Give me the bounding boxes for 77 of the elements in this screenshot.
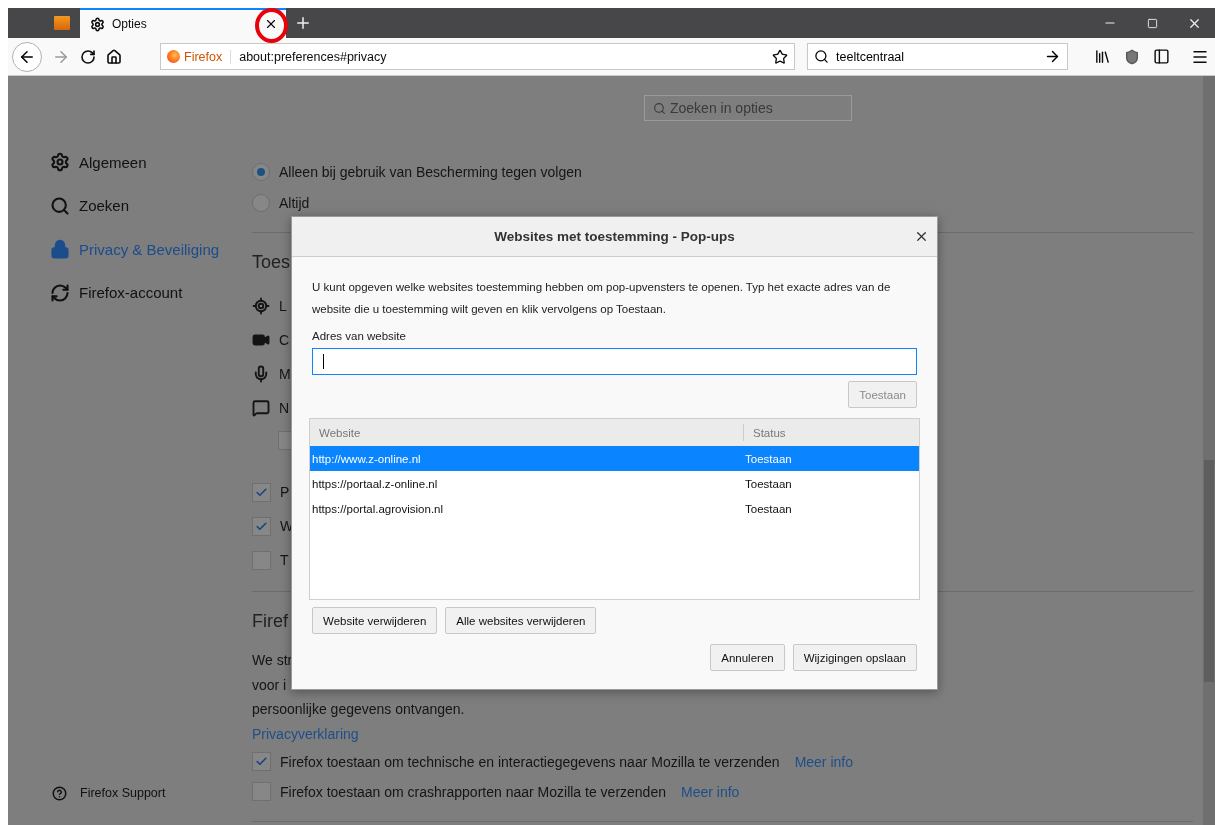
paragraph-line: We str (252, 652, 293, 668)
sync-icon (50, 282, 70, 303)
website-cell-text: https://portal.agrovision.nl (311, 502, 445, 515)
remove-button[interactable]: Alle websites verwijderen (445, 607, 597, 634)
field-label: Adres van website (312, 330, 406, 342)
checkbox-label: Firefox toestaan om crashrapporten naar Mozilla te verzenden (280, 783, 666, 800)
checkbox-label: T (280, 552, 289, 568)
address-input-field[interactable] (312, 348, 917, 375)
sidebar-icon[interactable] (1153, 48, 1170, 65)
paragraph-line: voor i (252, 676, 287, 693)
check-icon (255, 485, 268, 499)
table-row[interactable]: http://www.z-online.nl Toestaan (310, 446, 919, 471)
save-button[interactable]: Wijzigingen opslaan (792, 644, 917, 671)
table-row[interactable]: https://portal.agrovision.nl Toestaan (310, 496, 919, 521)
website-cell-text: http://www.z-online.nl (311, 452, 422, 465)
shield-icon[interactable] (1124, 48, 1140, 65)
search-icon (50, 195, 70, 216)
browser-tab[interactable]: Opties (80, 8, 286, 38)
url-text: about:preferences#privacy (239, 49, 388, 64)
table-row[interactable]: https://portaal.z-online.nl Toestaan (310, 471, 919, 496)
home-icon[interactable] (106, 48, 122, 65)
checkbox[interactable] (252, 482, 271, 502)
close-icon[interactable] (914, 229, 929, 244)
checkbox[interactable] (252, 516, 271, 536)
check-icon (255, 519, 268, 533)
sidebar-item[interactable]: Algemeen (50, 147, 252, 177)
firefox-icon (167, 50, 180, 63)
remove-button[interactable]: Website verwijderen (312, 607, 438, 634)
permission-label: M (279, 366, 291, 382)
back-button[interactable] (12, 41, 42, 72)
checkbox-label: Firefox toestaan om technische en interactiegegevens naar Mozilla te verzenden (280, 753, 780, 770)
search-icon (814, 49, 829, 64)
radio-label: Altijd (279, 194, 310, 211)
gear-icon (90, 16, 105, 32)
permission-label: N (279, 400, 290, 416)
checkbox-label: P (280, 484, 290, 500)
permission-label: C (279, 332, 290, 348)
sidebar-item[interactable]: Zoeken (50, 190, 252, 221)
search-field[interactable]: teeltcentraal (807, 43, 1068, 70)
status-cell-text: Toestaan (744, 477, 793, 490)
checkbox[interactable] (252, 752, 271, 771)
column-header[interactable]: Website (319, 426, 361, 439)
status-cell-text: Toestaan (744, 452, 793, 465)
gear-icon (50, 152, 70, 172)
permission-label: L (279, 298, 287, 314)
scrollbar-thumb[interactable] (1204, 460, 1214, 682)
address-bar[interactable]: Firefox about:preferences#privacy (160, 43, 795, 70)
radio-label: Alleen bij gebruik van Bescherming tegen volgen (279, 163, 582, 180)
reload-icon[interactable] (80, 48, 96, 65)
logo-icon (54, 16, 70, 30)
help-icon (52, 785, 67, 801)
paragraph-line: persoonlijke gegevens ontvangen. (252, 701, 465, 717)
lock-icon (50, 239, 70, 259)
identity-label: Firefox (184, 49, 223, 64)
cancel-button[interactable]: Annuleren (710, 644, 785, 671)
close-tab-icon[interactable] (264, 17, 278, 31)
library-icon[interactable] (1094, 48, 1111, 65)
website-cell-text: https://portaal.z-online.nl (311, 477, 439, 490)
section-heading: Firef (252, 610, 288, 632)
status-cell-text: Toestaan (744, 502, 793, 515)
options-search-field[interactable]: Zoeken in opties (644, 95, 852, 121)
checkbox[interactable] (252, 782, 271, 801)
section-heading: Toes (252, 251, 291, 273)
message-icon (252, 399, 270, 417)
location-icon (252, 297, 270, 315)
radio-button[interactable] (252, 162, 270, 181)
star-icon[interactable] (772, 48, 788, 65)
go-arrow-icon[interactable] (1044, 48, 1061, 65)
dialog-description: U kunt opgeven welke websites toestemming hebben om pop-upvensters te openen. Typ het exacte adres van de website die u toestemming wilt geven en klik vervolgens op Toestaan. (312, 280, 892, 317)
search-icon (653, 101, 666, 115)
microphone-icon (252, 365, 270, 383)
checkbox[interactable] (252, 550, 271, 570)
dialog-title: Websites met toestemming - Pop-ups (494, 229, 735, 244)
support-link[interactable]: Firefox Support (80, 786, 166, 800)
sidebar-item[interactable]: Firefox-account (50, 277, 252, 308)
check-icon (255, 755, 268, 768)
column-header[interactable]: Status (753, 426, 786, 439)
